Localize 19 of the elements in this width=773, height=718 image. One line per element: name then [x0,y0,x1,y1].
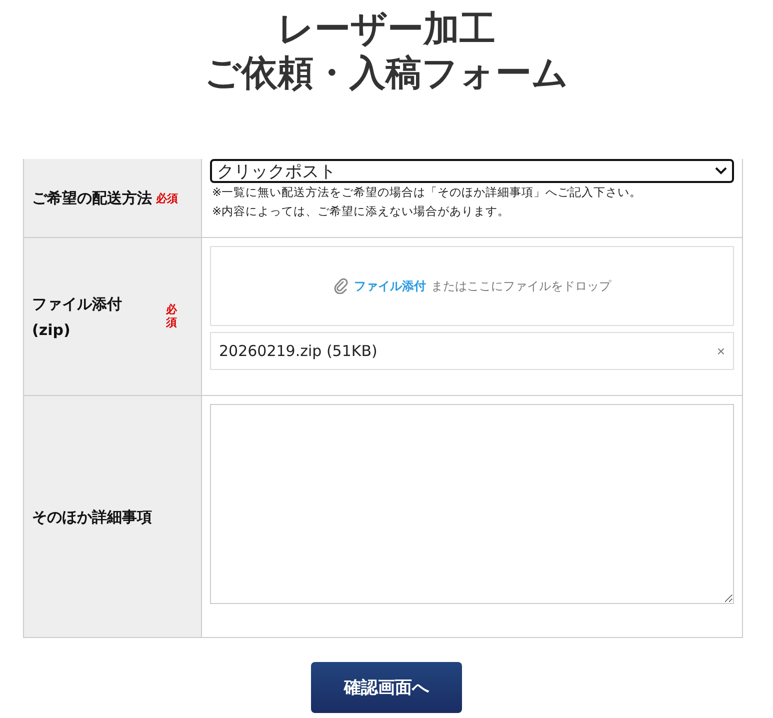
required-label: 必須 [156,190,178,206]
paperclip-icon [333,278,349,294]
delivery-select[interactable]: クリックポスト [210,159,734,183]
confirm-button[interactable]: 確認画面へ [311,662,462,713]
drop-hint: またはここにファイルをドロップ [431,278,611,294]
remove-button[interactable]: × [716,343,725,359]
file-attach-link[interactable]: ファイル添付 [354,278,426,294]
form-title: レーザー加工 [278,8,496,52]
field-label: そのほか詳細事項 [32,506,152,528]
field-label: ファイル添付 (zip) [32,294,123,340]
note-text: ※一覧に無い配送方法をご希望の場合は「そのほか詳細事項」へご記入下さい。 [212,184,643,201]
chevron-down-icon [715,167,727,175]
file-name: 20260219.zip (51KB) [219,342,378,360]
details-textarea[interactable] [210,404,734,604]
drop-zone[interactable]: ファイル添付 またはここにファイルをドロップ [210,246,734,326]
required-label: 必須 [166,304,177,329]
field-label: ご希望の配送方法 [32,188,152,209]
form-title: ご依頼・入稿フォーム [204,52,568,96]
note-text: ※内容によっては、ご希望に添えない場合があります。 [212,203,511,220]
